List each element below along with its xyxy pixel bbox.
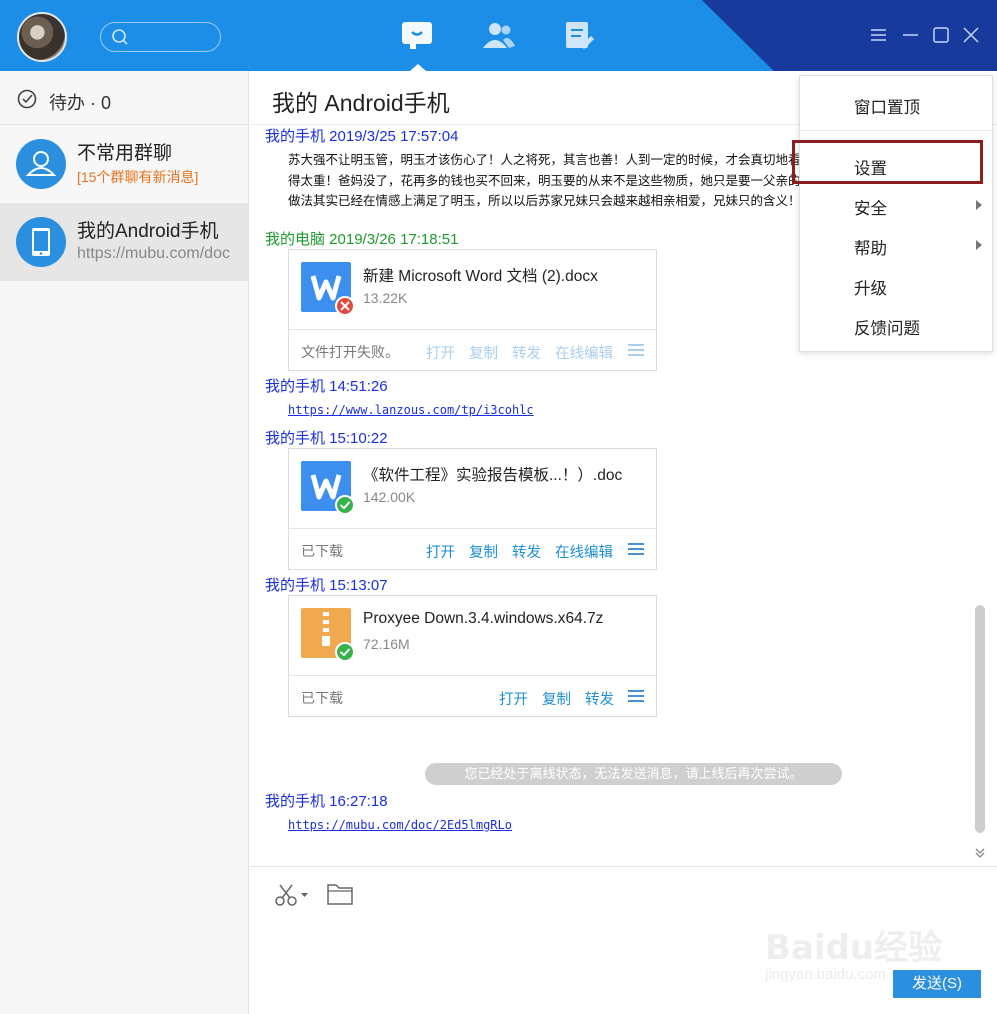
maximize-icon[interactable] <box>930 24 952 46</box>
message-sender: 我的手机 2019/3/25 17:57:04 <box>265 128 459 145</box>
file-size: 13.22K <box>363 290 408 306</box>
conversation-sidebar: 待办 · 0 不常用群聊 [15个群聊有新消息] 我的Android手机 htt… <box>0 71 249 1014</box>
file-size: 142.00K <box>363 489 416 505</box>
title-bar <box>0 0 997 71</box>
menu-item-label: 升级 <box>854 280 887 298</box>
menu-item-help[interactable]: 帮助 <box>800 227 992 263</box>
message-sender: 我的手机 14:51:26 <box>265 378 388 395</box>
copy-button[interactable]: 复制 <box>469 342 498 363</box>
watermark-url: jingyan.baidu.com <box>765 966 886 983</box>
folder-icon[interactable] <box>326 881 356 909</box>
conversation-name: 不常用群聊 <box>77 143 173 164</box>
more-menu-icon[interactable] <box>628 690 644 704</box>
online-edit-button[interactable]: 在线编辑 <box>555 342 613 363</box>
file-status: 已下载 <box>301 543 343 559</box>
todo-label: 待办 · 0 <box>49 93 112 113</box>
file-status: 文件打开失败。 <box>301 344 399 360</box>
conversation-subtitle: https://mubu.com/doc <box>77 245 230 262</box>
forward-button[interactable]: 转发 <box>585 688 614 709</box>
open-button[interactable]: 打开 <box>499 688 528 709</box>
file-name: 新建 Microsoft Word 文档 (2).docx <box>363 268 598 285</box>
check-circle-icon <box>17 89 37 109</box>
phone-icon <box>16 217 66 267</box>
divider <box>289 329 656 330</box>
file-card[interactable]: 《软件工程》实验报告模板...！）.doc 142.00K 已下载 打开 复制 … <box>288 448 657 570</box>
chat-title: 我的 Android手机 <box>272 90 450 116</box>
divider <box>289 528 656 529</box>
conversation-name: 我的Android手机 <box>77 221 219 242</box>
menu-item-label: 安全 <box>854 200 887 218</box>
copy-button[interactable]: 复制 <box>542 688 571 709</box>
online-edit-button[interactable]: 在线编辑 <box>555 541 613 562</box>
main-menu-dropdown: 窗口置顶 设置 安全 帮助 升级 反馈问题 <box>799 75 993 352</box>
group-icon <box>16 139 66 189</box>
scroll-to-bottom-icon[interactable] <box>973 846 987 860</box>
offline-notice: 您已经处于离线状态，无法发送消息，请上线后再次尝试。 <box>425 763 842 785</box>
message-sender: 我的手机 16:27:18 <box>265 793 388 810</box>
forward-button[interactable]: 转发 <box>512 342 541 363</box>
screenshot-icon[interactable] <box>272 881 308 909</box>
conversation-subtitle: [15个群聊有新消息] <box>77 169 199 185</box>
submenu-arrow-icon <box>976 240 982 250</box>
open-button[interactable]: 打开 <box>426 342 455 363</box>
menu-item-label: 反馈问题 <box>854 320 920 338</box>
more-menu-icon[interactable] <box>628 543 644 557</box>
send-button[interactable]: 发送(S) <box>893 970 981 998</box>
check-badge-icon <box>335 642 355 662</box>
menu-item-security[interactable]: 安全 <box>800 187 992 223</box>
message-icon[interactable] <box>400 20 436 71</box>
open-button[interactable]: 打开 <box>426 541 455 562</box>
check-badge-icon <box>335 495 355 515</box>
conversation-item-android[interactable]: 我的Android手机 https://mubu.com/doc <box>0 203 248 281</box>
watermark-brand: Baidu经验 <box>765 928 943 968</box>
close-icon[interactable] <box>960 24 982 46</box>
menu-item-label: 窗口置顶 <box>854 99 920 117</box>
message-sender: 我的电脑 2019/3/26 17:18:51 <box>265 231 459 248</box>
todo-item[interactable]: 待办 · 0 <box>0 71 248 125</box>
menu-item-label: 设置 <box>854 160 887 178</box>
message-link[interactable]: https://mubu.com/doc/2Ed5lmgRLo <box>288 818 512 832</box>
submenu-arrow-icon <box>976 200 982 210</box>
contacts-icon[interactable] <box>481 20 517 52</box>
menu-icon[interactable] <box>868 24 890 46</box>
avatar[interactable] <box>17 12 67 62</box>
conversation-item-group[interactable]: 不常用群聊 [15个群聊有新消息] <box>0 125 248 203</box>
forward-button[interactable]: 转发 <box>512 541 541 562</box>
menu-separator <box>800 130 992 131</box>
error-badge-icon <box>335 296 355 316</box>
copy-button[interactable]: 复制 <box>469 541 498 562</box>
file-size: 72.16M <box>363 636 410 652</box>
scrollbar-thumb[interactable] <box>975 605 985 833</box>
file-status: 已下载 <box>301 690 343 706</box>
message-sender: 我的手机 15:13:07 <box>265 577 388 594</box>
minimize-icon[interactable] <box>900 24 922 46</box>
divider <box>250 866 997 867</box>
divider <box>289 675 656 676</box>
search-icon <box>112 29 128 45</box>
file-name: 《软件工程》实验报告模板...！）.doc <box>363 467 623 484</box>
notes-icon[interactable] <box>563 20 599 52</box>
message-link[interactable]: https://www.lanzous.com/tp/i3cohlc <box>288 403 534 417</box>
more-menu-icon[interactable] <box>628 344 644 358</box>
menu-item-feedback[interactable]: 反馈问题 <box>800 307 992 343</box>
message-text[interactable]: 苏大强不让明玉管，明玉才该伤心了！人之将死，其言也善！人到一定的时候，才会真切地… <box>288 150 803 230</box>
menu-item-upgrade[interactable]: 升级 <box>800 267 992 303</box>
file-card[interactable]: 新建 Microsoft Word 文档 (2).docx 13.22K 文件打… <box>288 249 657 371</box>
search-input[interactable] <box>100 22 221 52</box>
menu-item-pin-window[interactable]: 窗口置顶 <box>800 86 992 122</box>
file-name: Proxyee Down.3.4.windows.x64.7z <box>363 610 604 627</box>
menu-item-label: 帮助 <box>854 240 887 258</box>
message-sender: 我的手机 15:10:22 <box>265 430 388 447</box>
menu-item-settings[interactable]: 设置 <box>800 147 992 183</box>
file-card[interactable]: Proxyee Down.3.4.windows.x64.7z 72.16M 已… <box>288 595 657 717</box>
